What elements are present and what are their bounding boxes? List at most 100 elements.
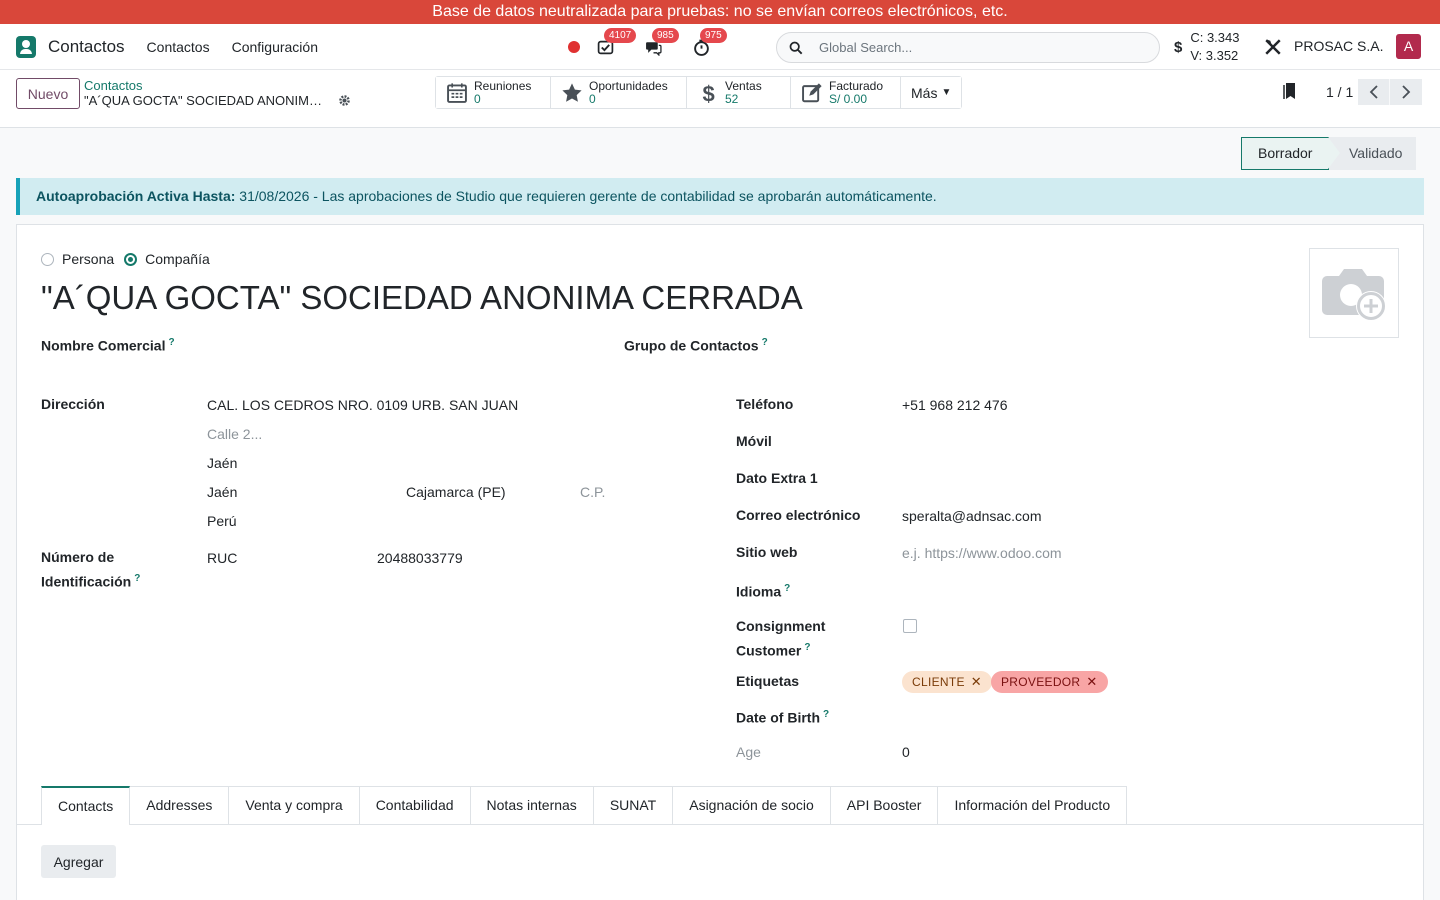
alert-text: 31/08/2026 - Las aprobaciones de Studio … xyxy=(235,188,937,204)
exchange-rates[interactable]: $ C: 3.343 V: 3.352 xyxy=(1174,29,1240,65)
company-name-field[interactable]: "A´QUA GOCTA" SOCIEDAD ANONIMA CERRADA xyxy=(41,279,803,317)
movil-label: Móvil xyxy=(736,433,772,449)
ventas-label: Ventas xyxy=(725,78,762,93)
smart-button-oportunidades[interactable]: Oportunidades 0 xyxy=(551,77,687,108)
website-label: Sitio web xyxy=(736,544,798,560)
age-field: 0 xyxy=(902,744,910,760)
status-validado[interactable]: Validado xyxy=(1329,137,1417,170)
status-borrador-label: Borrador xyxy=(1258,145,1313,161)
smart-buttons: Reuniones 0 Oportunidades 0 $ Ventas 52 Fac… xyxy=(435,76,963,109)
user-avatar[interactable]: A xyxy=(1396,34,1421,59)
tab-sunat[interactable]: SUNAT xyxy=(593,786,674,825)
radio-compania-label[interactable]: Compañía xyxy=(145,251,210,267)
contacts-app-icon[interactable] xyxy=(16,35,36,58)
id-number-label: Número de Identificación? xyxy=(41,549,141,590)
id-number-field[interactable]: 20488033779 xyxy=(377,550,463,566)
street2-field[interactable]: Calle 2... xyxy=(207,426,262,442)
bookmark-icon[interactable] xyxy=(1283,82,1297,100)
facturado-label: Facturado xyxy=(829,78,884,93)
app-name[interactable]: Contactos xyxy=(48,37,125,57)
global-search-input[interactable] xyxy=(819,40,1139,55)
tools-icon[interactable] xyxy=(1264,38,1282,56)
email-label: Correo electrónico xyxy=(736,507,861,523)
messages-icon[interactable]: 985 xyxy=(644,28,679,56)
smart-button-facturado[interactable]: Facturado S/ 0.00 xyxy=(791,77,901,108)
tab-asignacion-socio[interactable]: Asignación de socio xyxy=(673,786,831,825)
record-title-text: "A´QUA GOCTA" SOCIEDAD ANONIMA CERRADA xyxy=(84,93,326,108)
photo-upload[interactable] xyxy=(1309,248,1399,338)
reuniones-value: 0 xyxy=(474,91,481,106)
notebook-tabs: Contacts Addresses Venta y compra Contab… xyxy=(41,786,1128,825)
tab-contacts[interactable]: Contacts xyxy=(41,786,131,825)
tab-contabilidad[interactable]: Contabilidad xyxy=(359,786,471,825)
consignment-checkbox[interactable] xyxy=(903,619,917,633)
timer-icon[interactable]: 975 xyxy=(692,28,727,56)
systray: 4107 985 975 xyxy=(568,24,740,70)
pager-nav xyxy=(1358,79,1422,105)
radio-compania[interactable] xyxy=(124,252,138,266)
menu-configuracion[interactable]: Configuración xyxy=(232,39,318,55)
smart-button-reuniones[interactable]: Reuniones 0 xyxy=(436,77,551,108)
test-database-banner: Base de datos neutralizada para pruebas:… xyxy=(0,0,1440,24)
remove-tag-icon[interactable]: ✕ xyxy=(1086,671,1097,693)
tab-venta-compra[interactable]: Venta y compra xyxy=(229,786,360,825)
top-navbar: Contactos Contactos Configuración 4107 9… xyxy=(0,24,1440,70)
tab-notas-internas[interactable]: Notas internas xyxy=(470,786,594,825)
email-field[interactable]: speralta@adnsac.com xyxy=(902,508,1042,524)
dollar-icon: $ xyxy=(703,82,715,104)
messages-badge: 985 xyxy=(652,28,679,43)
svg-text:$: $ xyxy=(703,82,715,104)
telefono-field[interactable]: +51 968 212 476 xyxy=(902,397,1008,413)
status-borrador[interactable]: Borrador xyxy=(1241,137,1340,170)
menu-contactos[interactable]: Contactos xyxy=(147,39,210,55)
district-field[interactable]: Jaén xyxy=(207,455,237,471)
remove-tag-icon[interactable]: ✕ xyxy=(971,671,982,693)
chevron-right-icon xyxy=(1402,85,1411,99)
chevron-left-icon xyxy=(1369,85,1378,99)
control-panel: Nuevo Contactos "A´QUA GOCTA" SOCIEDAD A… xyxy=(0,70,1440,128)
company-type-selector: Persona Compañía xyxy=(41,251,220,267)
street-field[interactable]: CAL. LOS CEDROS NRO. 0109 URB. SAN JUAN xyxy=(207,397,518,413)
pager-previous-button[interactable] xyxy=(1358,79,1390,105)
recording-dot-icon[interactable] xyxy=(568,41,580,53)
breadcrumb-contactos[interactable]: Contactos xyxy=(84,78,143,93)
tag-cliente: CLIENTE ✕ xyxy=(902,671,992,693)
rate-venta: V: 3.352 xyxy=(1190,48,1239,63)
dollar-icon: $ xyxy=(1174,38,1183,56)
caret-down-icon: ▼ xyxy=(941,87,952,98)
company-switcher[interactable]: PROSAC S.A. xyxy=(1294,38,1383,54)
star-icon xyxy=(562,82,582,102)
idioma-label: Idioma? xyxy=(736,583,791,600)
tab-api-booster[interactable]: API Booster xyxy=(830,786,939,825)
nombre-comercial-label: Nombre Comercial? xyxy=(41,337,175,354)
tab-informacion-producto[interactable]: Información del Producto xyxy=(938,786,1128,825)
city-field[interactable]: Jaén xyxy=(207,484,237,500)
calendar-icon xyxy=(447,82,467,103)
radio-persona-label[interactable]: Persona xyxy=(62,251,114,267)
add-contact-button[interactable]: Agregar xyxy=(41,845,116,878)
oportunidades-label: Oportunidades xyxy=(589,78,668,93)
tab-addresses[interactable]: Addresses xyxy=(130,786,230,825)
autoapproval-alert: Autoaprobación Activa Hasta: 31/08/2026 … xyxy=(16,178,1424,215)
smart-button-ventas[interactable]: $ Ventas 52 xyxy=(687,77,791,108)
pager-value[interactable]: 1 / 1 xyxy=(1326,84,1353,100)
consignment-label: Consignment Customer? xyxy=(736,618,826,659)
radio-persona[interactable] xyxy=(41,252,54,266)
website-field[interactable]: e.j. https://www.odoo.com xyxy=(902,545,1062,561)
alert-bold-label: Autoaprobación Activa Hasta: xyxy=(36,188,236,204)
state-field[interactable]: Cajamarca (PE) xyxy=(406,484,506,500)
age-label: Age xyxy=(736,744,761,760)
zip-field[interactable]: C.P. xyxy=(580,484,605,500)
pager-next-button[interactable] xyxy=(1390,79,1422,105)
dob-label: Date of Birth? xyxy=(736,709,830,726)
more-button[interactable]: Más ▼ xyxy=(901,77,962,108)
new-button[interactable]: Nuevo xyxy=(16,78,80,109)
gear-icon[interactable] xyxy=(338,94,351,107)
grupo-contactos-label: Grupo de Contactos? xyxy=(624,337,768,354)
status-arrow xyxy=(1328,137,1340,169)
country-field[interactable]: Perú xyxy=(207,513,237,529)
activities-icon[interactable]: 4107 xyxy=(596,28,637,56)
facturado-value: S/ 0.00 xyxy=(829,91,868,106)
global-search[interactable] xyxy=(776,32,1160,63)
id-type-field[interactable]: RUC xyxy=(207,550,237,566)
